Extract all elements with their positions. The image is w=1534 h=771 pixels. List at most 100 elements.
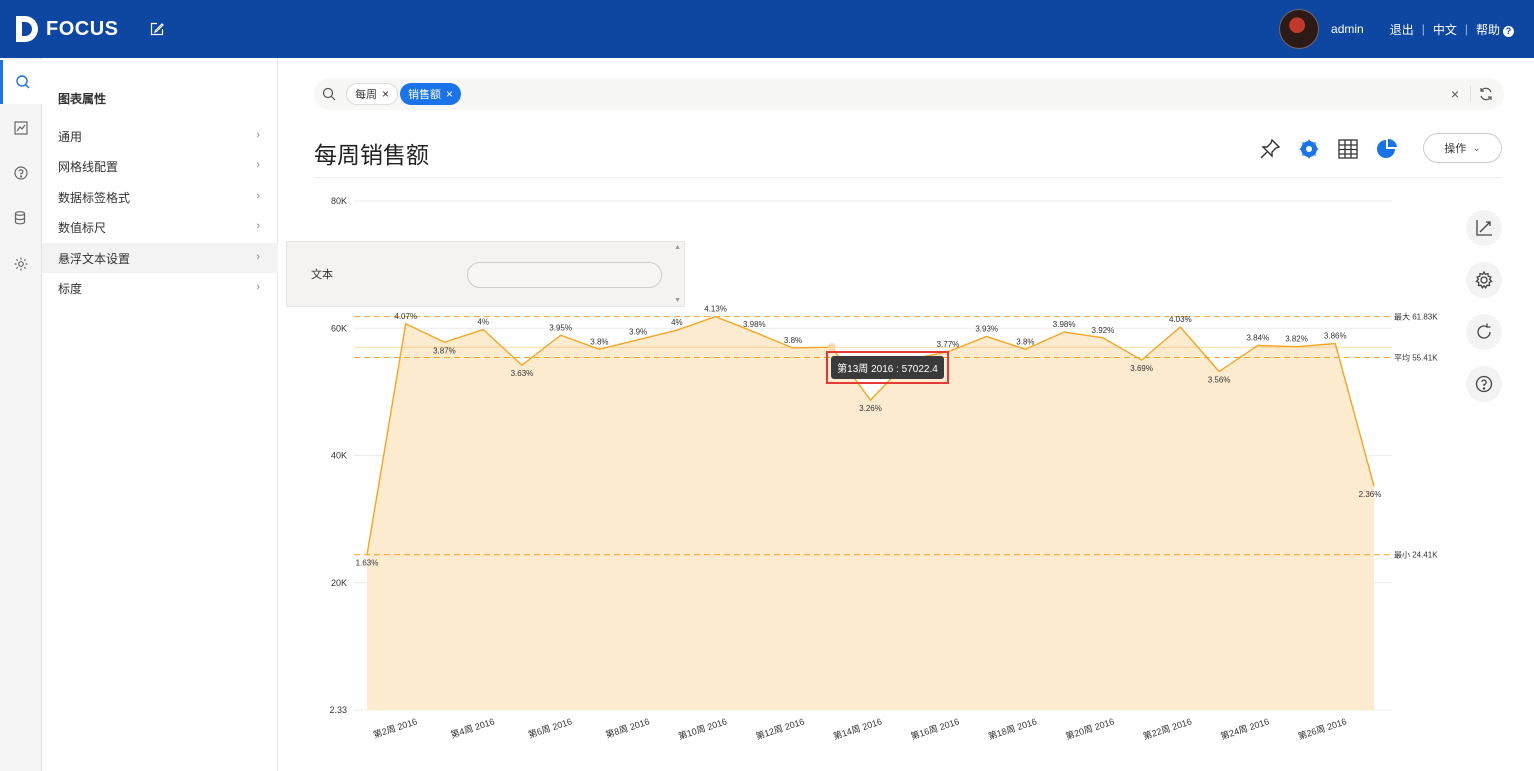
hover-text-subpanel: 文本 ▲ ▼: [286, 241, 685, 307]
help-button[interactable]: [1466, 366, 1502, 402]
x-tick-label: 第6周 2016: [527, 715, 574, 740]
data-label: 3.92%: [1092, 326, 1115, 335]
logout-link[interactable]: 退出: [1390, 21, 1414, 38]
edit-icon[interactable]: [150, 22, 164, 36]
data-label: 3.84%: [1246, 333, 1269, 342]
chevron-right-icon: ›: [256, 129, 260, 141]
chart-settings-button[interactable]: [1466, 262, 1502, 298]
reference-line-label: 平均 55.41K: [1394, 352, 1438, 362]
divider: [314, 177, 1502, 178]
chevron-right-icon: ›: [256, 190, 260, 202]
rail-data[interactable]: [0, 196, 42, 240]
avatar[interactable]: [1279, 9, 1320, 49]
panel-item-label: 数值标尺: [58, 220, 107, 235]
help-icon: ?: [1503, 25, 1514, 37]
data-label: 2.36%: [1359, 490, 1382, 499]
search-icon: [15, 75, 29, 89]
pin-icon[interactable]: [1258, 137, 1282, 161]
data-label: 3.9%: [629, 328, 647, 337]
x-tick-label: 第14周 2016: [832, 715, 883, 741]
data-label: 3.69%: [1130, 364, 1153, 373]
panel-item-value-scale[interactable]: 数值标尺 ›: [42, 212, 278, 242]
help-link[interactable]: 帮助?: [1476, 21, 1514, 38]
divider: |: [1464, 22, 1468, 36]
reference-line-label: 最大 61.83K: [1394, 312, 1438, 322]
data-label: 1.63%: [356, 559, 379, 568]
data-label: 4.07%: [394, 312, 417, 321]
x-tick-label: 第4周 2016: [449, 715, 496, 740]
refresh-icon[interactable]: [1478, 86, 1494, 102]
panel-item-label: 悬浮文本设置: [58, 251, 131, 266]
data-label: 3.8%: [784, 336, 802, 345]
pie-chart-icon[interactable]: [1375, 137, 1399, 161]
top-bar: FOCUS admin 退出 | 中文 | 帮助?: [0, 0, 1534, 58]
help-label: 帮助: [1475, 22, 1500, 37]
search-chip-sales[interactable]: 销售额 ×: [400, 83, 462, 105]
panel-item-scale[interactable]: 标度 ›: [42, 273, 278, 303]
question-icon: [1475, 375, 1493, 393]
rail-dashboard[interactable]: [0, 106, 42, 150]
y-tick-label: 2.33: [329, 705, 347, 715]
table-icon[interactable]: [1336, 137, 1360, 161]
language-link[interactable]: 中文: [1433, 21, 1457, 38]
tooltip-text: 第13周 2016 : 57022.4: [831, 356, 944, 379]
axis-tool-button[interactable]: [1466, 210, 1502, 246]
panel-item-label: 标度: [58, 281, 83, 296]
icon-rail: [0, 58, 42, 771]
logo-icon: [14, 14, 40, 44]
refresh-button[interactable]: [1466, 314, 1502, 350]
data-label: 3.77%: [937, 340, 960, 349]
data-label: 3.8%: [590, 337, 608, 346]
chip-label: 销售额: [408, 89, 441, 101]
rail-search[interactable]: [0, 60, 42, 104]
panel-item-label: 数据标签格式: [58, 190, 131, 205]
data-label: 3.95%: [549, 323, 572, 332]
text-label: 文本: [311, 269, 333, 281]
reference-line-label: 最小 24.41K: [1394, 551, 1438, 560]
panel-item-general[interactable]: 通用 ›: [42, 121, 278, 151]
data-label: 3.93%: [975, 325, 998, 334]
divider: [1470, 86, 1471, 102]
rail-help[interactable]: [0, 151, 42, 195]
data-label: 3.26%: [859, 404, 882, 413]
y-tick-label: 40K: [331, 451, 347, 461]
data-label: 4%: [671, 318, 683, 327]
data-label: 3.87%: [433, 346, 456, 355]
chevron-right-icon: ›: [256, 220, 260, 232]
data-label: 3.98%: [743, 320, 766, 329]
x-tick-label: 第2周 2016: [372, 715, 419, 740]
operations-button[interactable]: 操作 ⌄: [1423, 133, 1502, 163]
user-name[interactable]: admin: [1331, 22, 1364, 36]
x-tick-label: 第12周 2016: [754, 715, 805, 741]
search-icon: [322, 87, 336, 101]
refresh-icon: [1477, 323, 1491, 339]
gear-icon: [1475, 270, 1493, 289]
rail-settings[interactable]: [0, 242, 42, 286]
chart-icon: [14, 121, 28, 135]
panel-item-hover-text[interactable]: 悬浮文本设置 ›: [42, 243, 278, 273]
panel-item-data-label-format[interactable]: 数据标签格式 ›: [42, 182, 278, 212]
x-tick-label: 第16周 2016: [909, 715, 960, 741]
panel-item-label: 网格线配置: [58, 159, 119, 174]
panel-item-gridlines[interactable]: 网格线配置 ›: [42, 151, 278, 181]
search-chip-week[interactable]: 每周 ×: [346, 83, 399, 105]
close-icon[interactable]: ×: [382, 87, 389, 101]
close-icon[interactable]: ×: [446, 87, 453, 101]
data-label: 4.13%: [704, 305, 727, 314]
chip-label: 每周: [355, 89, 377, 101]
text-input[interactable]: [467, 262, 662, 288]
gear-icon: [14, 257, 28, 271]
settings-gear-icon[interactable]: [1297, 137, 1321, 161]
x-tick-label: 第22周 2016: [1141, 715, 1192, 741]
axis-icon: [1476, 220, 1492, 236]
hover-point: [827, 343, 836, 352]
x-tick-label: 第20周 2016: [1064, 715, 1115, 741]
search-bar[interactable]: 每周 × 销售额 × ×: [314, 78, 1504, 110]
clear-icon[interactable]: ×: [1451, 86, 1459, 102]
operations-label: 操作: [1444, 143, 1467, 155]
scroll-down-icon[interactable]: ▼: [674, 297, 681, 304]
data-label: 3.82%: [1285, 335, 1308, 344]
logo[interactable]: FOCUS: [14, 14, 119, 44]
x-tick-label: 第8周 2016: [604, 715, 651, 740]
scroll-up-icon[interactable]: ▲: [674, 244, 681, 251]
